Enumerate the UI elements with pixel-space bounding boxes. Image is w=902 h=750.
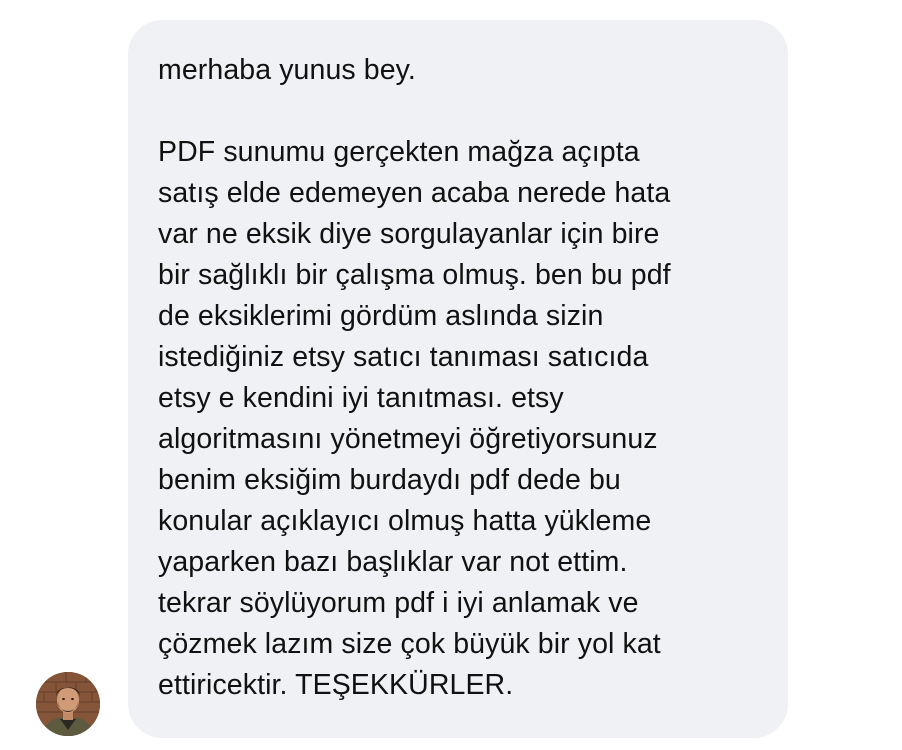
message-line: benim eksiğim burdaydı pdf dede bu	[158, 464, 621, 496]
message-line: istediğiniz etsy satıcı tanıması satıcıd…	[158, 341, 649, 373]
message-body: PDF sunumu gerçekten mağza açıpta satış …	[158, 132, 758, 706]
message-line: var ne eksik diye sorgulayanlar için bir…	[158, 218, 660, 250]
message-line: etsy e kendini iyi tanıtması. etsy	[158, 382, 564, 414]
message-greeting: merhaba yunus bey.	[158, 54, 416, 86]
message-line: yaparken bazı başlıklar var not ettim.	[158, 546, 628, 578]
message-line: bir sağlıklı bir çalışma olmuş. ben bu p…	[158, 259, 671, 291]
message-line: çözmek lazım size çok büyük bir yol kat	[158, 628, 661, 660]
message-line: ettiricektir. TEŞEKKÜRLER.	[158, 669, 514, 701]
message-line: satış elde edemeyen acaba nerede hata	[158, 177, 671, 209]
message-bubble[interactable]: merhaba yunus bey. PDF sunumu gerçekten …	[128, 20, 788, 738]
message-line: tekrar söylüyorum pdf i iyi anlamak ve	[158, 587, 639, 619]
sender-avatar[interactable]	[36, 672, 100, 736]
message-line: PDF sunumu gerçekten mağza açıpta	[158, 136, 640, 168]
message-line: algoritmasını yönetmeyi öğretiyorsunuz	[158, 423, 658, 455]
message-line: de eksiklerimi gördüm aslında sizin	[158, 300, 604, 332]
message-line: konular açıklayıcı olmuş hatta yükleme	[158, 505, 652, 537]
user-avatar-icon	[36, 672, 100, 736]
